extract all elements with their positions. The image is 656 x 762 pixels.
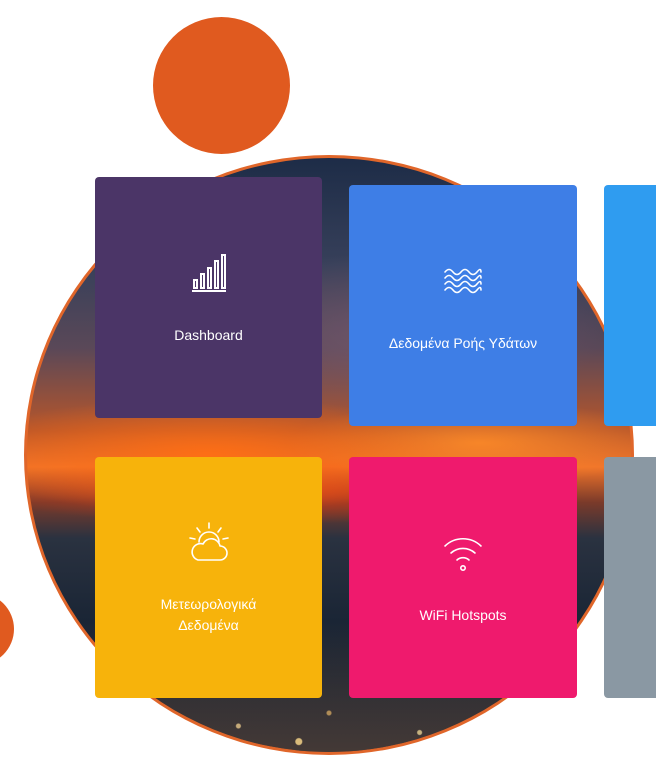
- tile-weather-label-line-1: Μετεωρολογικά: [160, 595, 257, 612]
- tile-wifi-hotspots-label: WiFi Hotspots: [419, 607, 507, 623]
- tile-partial-blue[interactable]: [604, 185, 656, 426]
- tile-dashboard[interactable]: Dashboard: [95, 177, 322, 418]
- decorative-circle-top: [153, 17, 290, 154]
- waves-icon: [444, 268, 482, 294]
- tile-water-flow[interactable]: Δεδομένα Ροής Υδάτων: [349, 185, 577, 426]
- page-stage: Dashboard Δεδομένα Ροής Υδάτων Μετεωρολο…: [0, 0, 656, 762]
- tile-wifi-hotspots[interactable]: WiFi Hotspots: [349, 457, 577, 698]
- tile-weather[interactable]: Μετεωρολογικά Δεδομένα: [95, 457, 322, 698]
- tile-water-flow-label: Δεδομένα Ροής Υδάτων: [388, 335, 538, 351]
- cloud-sun-icon: [188, 521, 229, 561]
- tile-dashboard-label: Dashboard: [174, 327, 243, 343]
- wifi-icon: [444, 537, 482, 571]
- tile-partial-gray[interactable]: [604, 457, 656, 698]
- decorative-circle-left: [0, 593, 14, 665]
- tile-weather-label-line-2: Δεδομένα: [178, 616, 239, 633]
- bar-chart-icon: [191, 254, 226, 292]
- tile-weather-label: Μετεωρολογικά Δεδομένα: [161, 594, 257, 636]
